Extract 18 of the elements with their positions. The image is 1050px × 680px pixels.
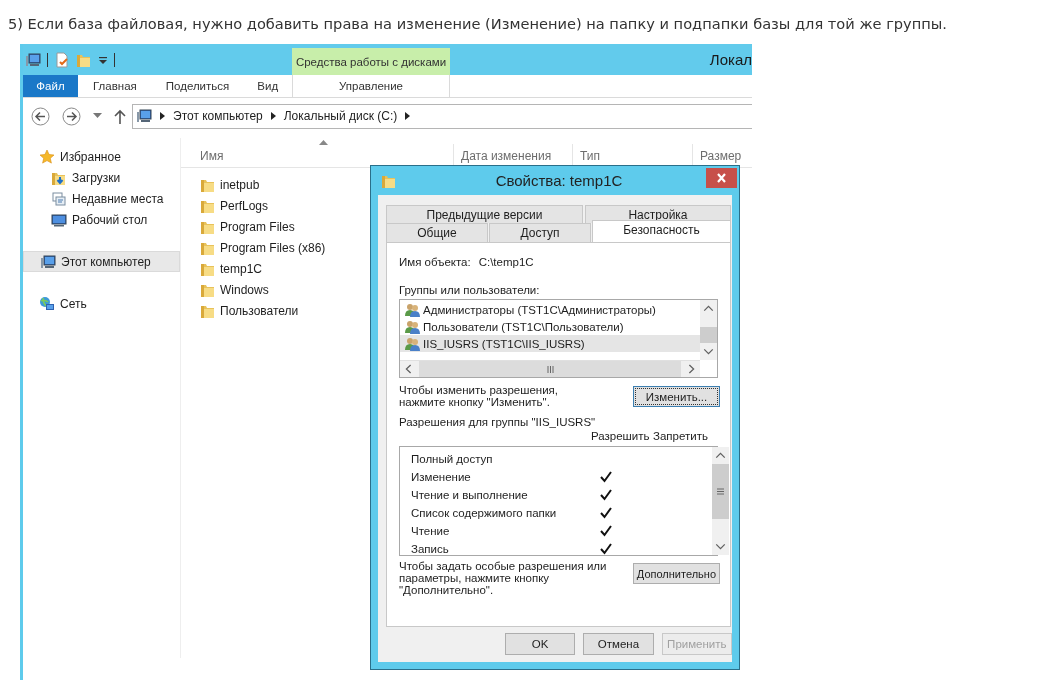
change-hint-text: Чтобы изменить разрешения, нажмите кнопку "Изменить". <box>399 384 559 408</box>
permission-name: Список содержимого папки <box>411 507 558 519</box>
permission-name: Изменение <box>411 471 472 483</box>
allow-column-header: Разрешить <box>591 430 651 442</box>
object-name-label: Имя объекта: <box>399 256 471 270</box>
object-name-value: C:\temp1C <box>478 256 534 270</box>
groups-label: Группы или пользователи: <box>399 284 541 296</box>
context-tab-header: Средства работы с дисками <box>292 48 450 75</box>
window-title: Локал <box>709 51 752 68</box>
permission-name: Чтение и выполнение <box>411 489 529 501</box>
permission-name: Полный доступ <box>411 453 494 465</box>
dialog-title: Свойства: temp1C <box>494 172 624 189</box>
permission-name: Запись <box>411 543 450 555</box>
advanced-hint-text: Чтобы задать особые разрешения или параметры, нажмите кнопку "Дополнительно". <box>399 560 607 596</box>
caption-text: 5) Если база файловая, нужно добавить права на изменение (Изменение) на папку и подпапки базы для той же группы. <box>8 14 948 34</box>
deny-column-header: Запретить <box>653 430 709 442</box>
permissions-label: Разрешения для группы "IIS_IUSRS" <box>399 416 597 428</box>
permission-name: Чтение <box>411 525 451 537</box>
